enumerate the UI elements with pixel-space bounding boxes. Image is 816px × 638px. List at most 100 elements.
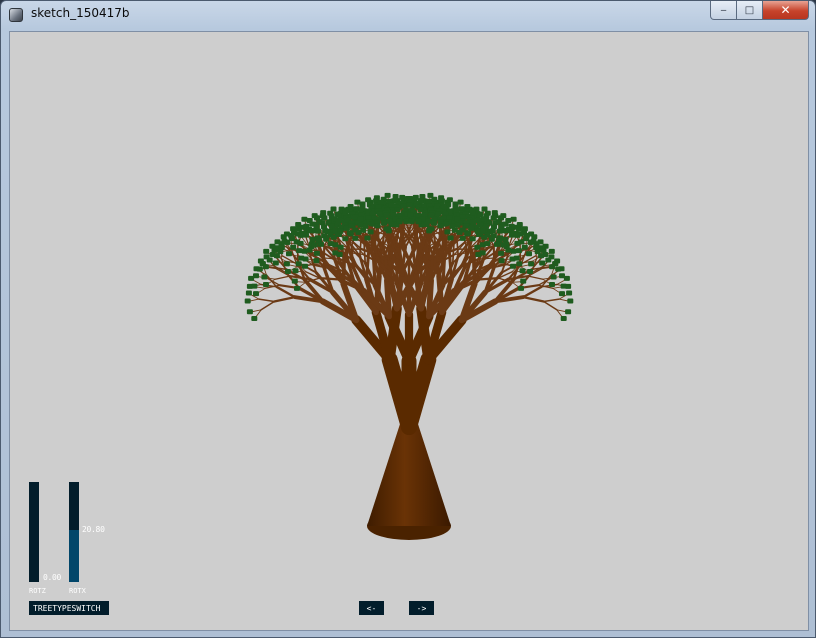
sketch-canvas[interactable]: 0.00 ROTZ 20.80 ROTX TREETYPESWITCH <- -… [9,31,809,631]
leaf [285,269,291,274]
branch [258,298,276,303]
leaf [415,218,422,224]
leaf [488,236,495,242]
processing-app-icon[interactable] [9,8,23,22]
leaf [295,261,302,267]
leaf [474,228,481,234]
leaf [302,263,308,269]
leaf [278,244,285,250]
leaf [315,228,322,234]
app-window: sketch_150417b ‒ □ ✕ 0.00 ROTZ 20.80 ROT… [0,0,816,638]
close-button[interactable]: ✕ [763,1,809,20]
leaf [262,264,269,270]
leaf [537,239,544,245]
leaf [549,264,556,270]
treetype-switch-button[interactable]: TREETYPESWITCH [29,601,109,615]
leaf [400,203,407,209]
leaf [352,235,359,241]
leaf [520,278,527,284]
leaf [244,298,251,304]
leaf [286,251,292,257]
leaf [381,220,388,226]
leaf [406,202,413,208]
leaf [519,268,526,274]
leaf [245,290,252,296]
leaf [475,217,482,223]
branch [527,275,544,280]
leaf [301,216,308,222]
leaf [352,214,359,220]
window-title: sketch_150417b [31,6,130,20]
leaf [336,217,343,223]
leaf [531,234,538,240]
leaf [550,274,557,280]
leaf [474,244,481,250]
leaf [548,248,555,254]
leaf [477,211,484,217]
leaf [528,261,535,267]
leaf [469,236,476,242]
leaf [251,316,258,321]
leaf [539,260,546,266]
leaf [256,266,263,272]
leaf [355,229,362,235]
leaf [261,274,268,280]
leaf [526,251,532,257]
leaf [509,232,515,238]
prev-button[interactable]: <- [359,601,384,615]
leaf [364,235,371,241]
branch [522,285,543,299]
leaf [431,196,438,202]
rotz-slider[interactable] [29,482,39,582]
rotx-slider[interactable] [69,482,79,582]
leaf [518,285,524,291]
close-icon: ✕ [780,3,791,17]
maximize-button[interactable]: □ [737,1,763,20]
leaf [263,248,270,254]
leaf [291,278,298,284]
leaf [515,248,522,254]
leaf [498,250,505,256]
branch [438,227,441,243]
leaf [560,316,567,321]
leaf [514,240,521,246]
leaf [481,234,488,240]
leaf [484,241,491,247]
leaf [443,221,449,227]
leaf [423,222,430,227]
leaf [342,236,349,242]
leaf [545,257,552,263]
leaf [538,253,545,259]
leaf [463,223,470,229]
leaf [408,218,415,224]
leaf [369,221,375,227]
leaf [527,269,533,274]
minimize-button[interactable]: ‒ [710,1,737,20]
leaf [549,282,555,287]
leaf [362,223,369,229]
trunk [367,424,451,526]
next-button[interactable]: -> [409,601,434,615]
leaf [498,258,505,264]
leaf [477,222,483,228]
leaf [302,256,309,262]
leaf [378,199,384,205]
leaf [297,240,304,246]
leaf [330,234,337,240]
leaf [527,239,534,245]
branch [275,285,296,299]
leaf [503,228,510,234]
leaf [303,232,309,238]
leaf [266,257,273,263]
leaf [505,247,512,253]
leaf [353,206,360,212]
title-bar[interactable]: sketch_150417b ‒ □ ✕ [1,1,815,29]
rotx-slider-label: ROTX [69,587,86,595]
leaf [348,223,355,229]
leaf [296,226,302,232]
leaf [533,244,540,250]
leaf [566,290,573,296]
maximize-icon: □ [744,4,755,16]
leaf [253,291,259,297]
leaf [367,229,374,235]
